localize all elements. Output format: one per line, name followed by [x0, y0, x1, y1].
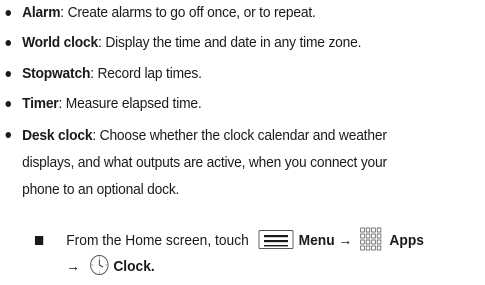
bullet-icon [5, 71, 12, 77]
list-item-world-clock: World clock: Display the time and date i… [0, 30, 482, 56]
clock-icon [89, 254, 109, 276]
feature-term: Stopwatch [22, 65, 91, 82]
square-bullet-icon [34, 236, 44, 245]
feature-term: World clock [22, 34, 99, 51]
list-item-stopwatch: Stopwatch: Record lap times. [0, 61, 482, 87]
feature-term: Desk clock [22, 127, 93, 144]
list-item-alarm: Alarm: Create alarms to go off once, or … [0, 0, 482, 26]
bullet-icon [5, 10, 12, 16]
bullet-icon [5, 101, 12, 107]
instruction-prefix: From the Home screen, touch [66, 232, 249, 249]
feature-term: Timer [22, 95, 59, 112]
feature-description-line: phone to an optional dock. [22, 181, 180, 198]
list-item-desk-clock: Desk clock: Choose whether the clock cal… [0, 122, 482, 203]
feature-description-line: : Choose whether the clock calendar and … [92, 127, 387, 144]
menu-label: Menu [298, 232, 335, 249]
instruction-line-1: From the Home screen, touch Menu → Apps [66, 227, 424, 254]
menu-icon [258, 229, 294, 249]
arrow-glyph: → [66, 258, 81, 275]
feature-description-line: displays, and what outputs are active, w… [22, 154, 387, 171]
bullet-icon [5, 132, 12, 138]
clock-label: Clock [113, 258, 151, 275]
list-item-timer: Timer: Measure elapsed time. [0, 91, 482, 117]
feature-description: : Create alarms to go off once, or to re… [60, 4, 316, 21]
feature-description: : Measure elapsed time. [58, 95, 202, 112]
period: . [150, 258, 155, 275]
apps-grid-icon [360, 227, 382, 251]
instruction-line-2: → Clock. [66, 253, 155, 280]
apps-label: Apps [389, 232, 424, 249]
bullet-icon [5, 40, 12, 46]
arrow-glyph: → [338, 232, 353, 249]
feature-description: : Record lap times. [90, 65, 202, 82]
feature-term: Alarm [22, 4, 61, 21]
feature-description: : Display the time and date in any time … [98, 34, 362, 51]
